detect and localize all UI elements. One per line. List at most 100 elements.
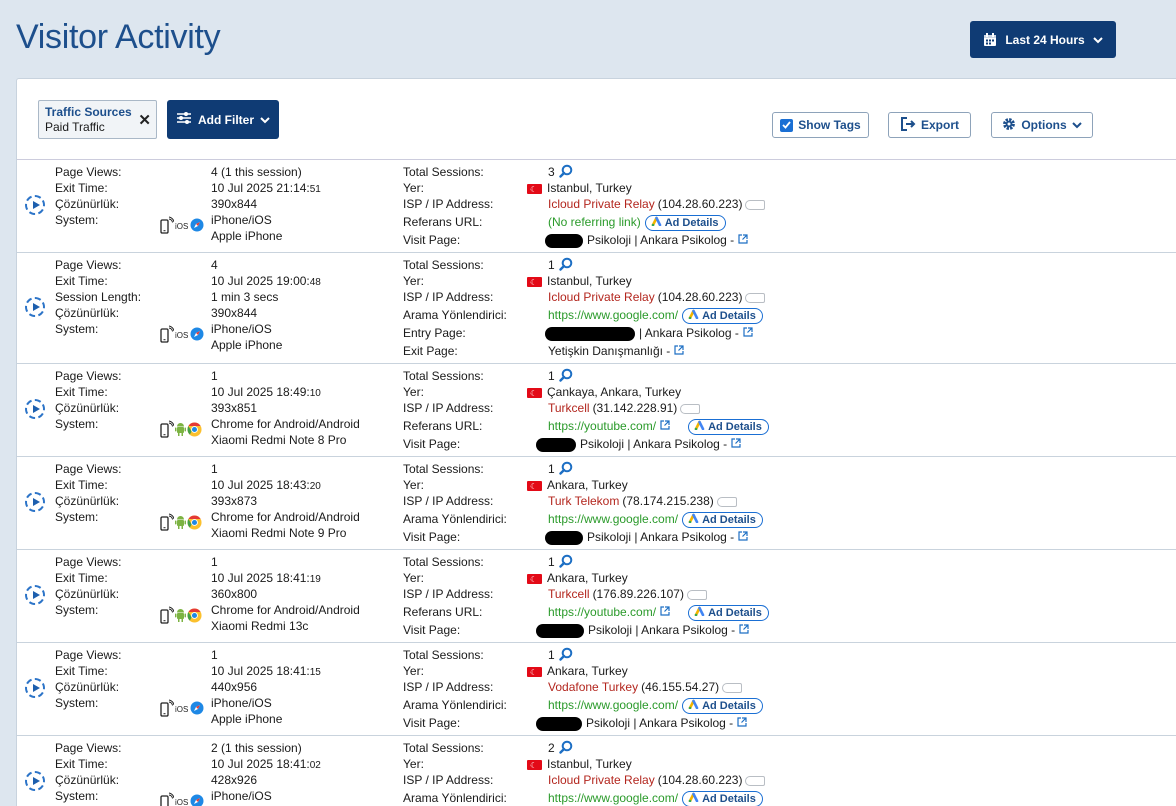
referrer-link[interactable]: https://www.google.com/ bbox=[548, 791, 678, 805]
ad-details-label: Ad Details bbox=[702, 792, 756, 805]
field-value-text: 10 Jul 2025 21:14: bbox=[211, 181, 310, 195]
page-title-link[interactable]: Psikoloji | Ankara Psikolog - bbox=[588, 623, 735, 637]
tag-icon[interactable] bbox=[745, 199, 766, 210]
redacted-block bbox=[536, 716, 582, 731]
tag-icon[interactable] bbox=[745, 775, 766, 786]
external-link-icon[interactable] bbox=[674, 345, 684, 358]
page-title-link[interactable]: Psikoloji | Ankara Psikolog - bbox=[586, 716, 733, 730]
tag-icon[interactable] bbox=[722, 682, 743, 693]
field-label: Total Sessions: bbox=[403, 741, 484, 755]
isp-name[interactable]: Icloud Private Relay bbox=[548, 290, 655, 304]
play-session-icon[interactable] bbox=[25, 491, 45, 512]
ad-details-badge[interactable]: Ad Details bbox=[682, 307, 763, 324]
field-value: Chrome for Android/Android bbox=[211, 416, 360, 432]
svg-text:iOS: iOS bbox=[175, 798, 188, 806]
referrer-link[interactable]: (No referring link) bbox=[548, 215, 641, 229]
play-session-icon[interactable] bbox=[25, 677, 45, 698]
field-label: Yer: bbox=[403, 478, 424, 492]
mobile-phone-icon bbox=[160, 606, 175, 627]
isp-name[interactable]: Turkcell bbox=[548, 401, 590, 415]
referrer-link[interactable]: https://www.google.com/ bbox=[548, 308, 678, 322]
external-link-icon[interactable] bbox=[738, 234, 748, 247]
ad-details-badge[interactable]: Ad Details bbox=[688, 418, 769, 435]
page-title-link[interactable]: Psikoloji | Ankara Psikolog - bbox=[580, 437, 727, 451]
page-title-link[interactable]: | Ankara Psikolog - bbox=[639, 326, 739, 340]
isp-name[interactable]: Turkcell bbox=[548, 587, 590, 601]
play-session-icon[interactable] bbox=[25, 398, 45, 419]
field-label: Referans URL: bbox=[403, 215, 483, 229]
play-session-icon[interactable] bbox=[25, 194, 45, 215]
referrer-link[interactable]: https://youtube.com/ bbox=[548, 419, 656, 433]
export-button[interactable]: Export bbox=[888, 112, 971, 138]
ip-address: (78.174.215.238) bbox=[622, 494, 714, 508]
search-icon[interactable] bbox=[558, 368, 573, 383]
field-value: 360x800 bbox=[211, 586, 257, 602]
turkey-flag-icon bbox=[527, 572, 542, 588]
filter-chip-title: Traffic Sources bbox=[45, 105, 132, 119]
location-value: Ankara, Turkey bbox=[547, 478, 628, 492]
page-title-link[interactable]: Yetişkin Danışmanlığı - bbox=[548, 344, 670, 358]
ad-details-badge[interactable]: Ad Details bbox=[682, 697, 763, 714]
external-link-icon[interactable] bbox=[731, 438, 741, 451]
page-title-link[interactable]: Psikoloji | Ankara Psikolog - bbox=[587, 530, 734, 544]
field-value: Yetişkin Danışmanlığı - bbox=[548, 343, 684, 360]
field-value-text: Apple iPhone bbox=[211, 712, 283, 726]
add-filter-button[interactable]: Add Filter bbox=[167, 100, 279, 139]
field-value-text: 2 (1 this session) bbox=[211, 741, 302, 755]
ad-details-badge[interactable]: Ad Details bbox=[688, 604, 769, 621]
mobile-phone-icon bbox=[160, 216, 175, 237]
isp-name[interactable]: Icloud Private Relay bbox=[548, 197, 655, 211]
search-icon[interactable] bbox=[558, 164, 573, 179]
referrer-link[interactable]: https://www.google.com/ bbox=[548, 512, 678, 526]
location-value: Istanbul, Turkey bbox=[547, 274, 632, 288]
tag-icon[interactable] bbox=[745, 292, 766, 303]
checkbox-checked-icon[interactable] bbox=[780, 118, 794, 132]
remove-filter-icon[interactable]: ✕ bbox=[138, 111, 151, 129]
referrer-link[interactable]: https://www.google.com/ bbox=[548, 698, 678, 712]
tag-icon[interactable] bbox=[686, 589, 707, 600]
external-link-icon[interactable] bbox=[743, 327, 753, 340]
ios-icon: iOS bbox=[175, 795, 189, 806]
field-value-text: iPhone/iOS bbox=[211, 213, 272, 227]
options-button[interactable]: Options bbox=[991, 112, 1093, 138]
field-value-text: 390x844 bbox=[211, 197, 258, 211]
ip-address: (104.28.60.223) bbox=[657, 197, 743, 211]
mobile-phone-icon bbox=[160, 420, 175, 441]
date-range-button[interactable]: Last 24 Hours bbox=[970, 21, 1116, 58]
ad-details-badge[interactable]: Ad Details bbox=[644, 214, 726, 231]
field-value: Psikoloji | Ankara Psikolog - bbox=[536, 436, 741, 453]
external-link-icon[interactable] bbox=[739, 624, 749, 637]
isp-name[interactable]: Vodafone Turkey bbox=[548, 680, 638, 694]
google-ads-icon bbox=[688, 308, 699, 324]
referrer-link[interactable]: https://youtube.com/ bbox=[548, 605, 656, 619]
external-link-icon[interactable] bbox=[738, 531, 748, 544]
field-label: Exit Time: bbox=[55, 664, 108, 678]
field-label: Arama Yönlendirici: bbox=[403, 791, 507, 805]
field-label: Yer: bbox=[403, 571, 424, 585]
page-title-link[interactable]: Psikoloji | Ankara Psikolog - bbox=[587, 233, 734, 247]
ad-details-badge[interactable]: Ad Details bbox=[682, 511, 763, 528]
field-label: ISP / IP Address: bbox=[403, 197, 494, 211]
search-icon[interactable] bbox=[558, 647, 573, 662]
isp-name[interactable]: Turk Telekom bbox=[548, 494, 619, 508]
external-link-icon[interactable] bbox=[660, 420, 670, 433]
play-session-icon[interactable] bbox=[25, 296, 45, 317]
tag-icon[interactable] bbox=[716, 496, 737, 507]
field-value-text: 428x926 bbox=[211, 773, 258, 787]
play-session-icon[interactable] bbox=[25, 584, 45, 605]
search-icon[interactable] bbox=[558, 461, 573, 476]
isp-name[interactable]: Icloud Private Relay bbox=[548, 773, 655, 787]
search-icon[interactable] bbox=[558, 257, 573, 272]
tag-icon[interactable] bbox=[680, 403, 701, 414]
ad-details-badge[interactable]: Ad Details bbox=[682, 790, 763, 806]
show-tags-toggle[interactable]: Show Tags bbox=[772, 112, 869, 138]
external-link-icon[interactable] bbox=[737, 717, 747, 730]
chevron-down-icon bbox=[1092, 36, 1103, 44]
play-session-icon[interactable] bbox=[25, 770, 45, 791]
field-value-text: Xiaomi Redmi Note 9 Pro bbox=[211, 526, 347, 540]
total-sessions-value: 1 bbox=[548, 369, 555, 383]
external-link-icon[interactable] bbox=[660, 606, 670, 619]
search-icon[interactable] bbox=[558, 740, 573, 755]
field-value-text: 1 bbox=[211, 555, 218, 569]
search-icon[interactable] bbox=[558, 554, 573, 569]
